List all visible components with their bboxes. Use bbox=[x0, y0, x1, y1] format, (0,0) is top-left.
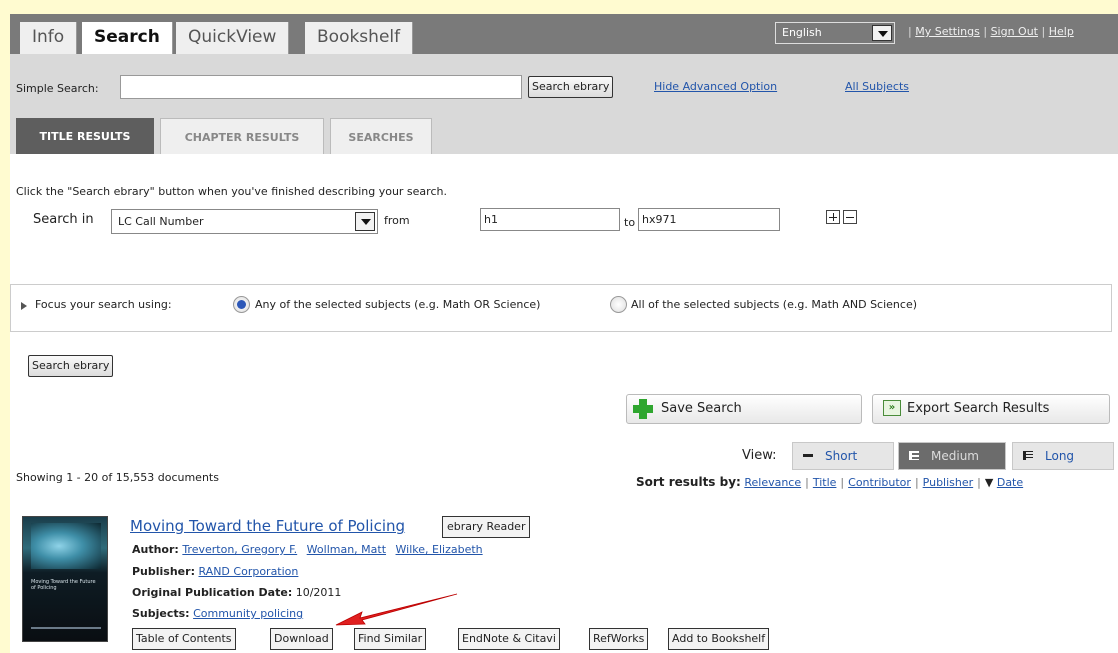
add-to-bookshelf-button[interactable]: Add to Bookshelf bbox=[668, 628, 770, 650]
tab-quickview[interactable]: QuickView bbox=[176, 22, 290, 54]
search-field-select[interactable]: LC Call Number bbox=[111, 209, 378, 234]
author-link-3[interactable]: Wilke, Elizabeth bbox=[396, 543, 483, 556]
table-of-contents-button[interactable]: Table of Contents bbox=[132, 628, 236, 650]
sort-publisher-link[interactable]: Publisher bbox=[923, 476, 974, 489]
my-settings-link[interactable]: My Settings bbox=[915, 25, 980, 38]
annotation-arrow-icon bbox=[335, 593, 458, 626]
result-title-link[interactable]: Moving Toward the Future of Policing bbox=[130, 517, 405, 535]
tab-chapter-results[interactable]: CHAPTER RESULTS bbox=[160, 118, 324, 154]
hide-advanced-link[interactable]: Hide Advanced Option bbox=[654, 80, 777, 93]
any-subjects-label: Any of the selected subjects (e.g. Math … bbox=[255, 298, 541, 311]
sort-date-link[interactable]: Date bbox=[997, 476, 1023, 489]
add-row-icon[interactable] bbox=[826, 210, 840, 224]
endnote-citavi-button[interactable]: EndNote & Citavi bbox=[458, 628, 560, 650]
download-button[interactable]: Download bbox=[270, 628, 333, 650]
language-value: English bbox=[782, 26, 822, 39]
tab-search[interactable]: Search bbox=[82, 22, 173, 54]
result-publisher: Publisher: RAND Corporation bbox=[132, 565, 299, 578]
chevron-down-icon bbox=[872, 25, 892, 41]
view-medium-button[interactable]: Medium bbox=[898, 442, 1006, 470]
subject-link[interactable]: Community policing bbox=[193, 607, 303, 620]
tab-info[interactable]: Info bbox=[20, 22, 78, 54]
from-label: from bbox=[384, 214, 410, 227]
sort-desc-icon[interactable]: ▼ bbox=[985, 476, 997, 489]
search-hint: Click the "Search ebrary" button when yo… bbox=[16, 185, 447, 198]
search-ebrary-button-2[interactable]: Search ebrary bbox=[28, 355, 114, 377]
long-view-icon bbox=[1023, 451, 1033, 460]
from-input[interactable]: h1 bbox=[480, 208, 620, 231]
simple-search-label: Simple Search: bbox=[16, 82, 99, 95]
view-short-button[interactable]: Short bbox=[792, 442, 894, 470]
radio-any-subjects[interactable] bbox=[233, 296, 250, 313]
result-date: Original Publication Date: 10/2011 bbox=[132, 586, 342, 599]
sort-label: Sort results by: bbox=[636, 475, 741, 489]
refworks-button[interactable]: RefWorks bbox=[589, 628, 649, 650]
radio-all-subjects[interactable] bbox=[610, 296, 627, 313]
result-subjects: Subjects: Community policing bbox=[132, 607, 304, 620]
to-label: to bbox=[624, 216, 636, 229]
results-count: Showing 1 - 20 of 15,553 documents bbox=[16, 471, 219, 484]
medium-view-icon bbox=[909, 451, 919, 460]
to-input[interactable]: hx971 bbox=[638, 208, 780, 231]
plus-icon bbox=[633, 399, 653, 419]
publisher-link[interactable]: RAND Corporation bbox=[198, 565, 298, 578]
view-long-button[interactable]: Long bbox=[1012, 442, 1114, 470]
search-ebrary-button[interactable]: Search ebrary bbox=[528, 76, 614, 98]
expand-triangle-icon[interactable] bbox=[21, 302, 27, 310]
search-in-label: Search in bbox=[33, 212, 94, 227]
short-view-icon bbox=[803, 454, 813, 457]
ebrary-window: Info Search QuickView Bookshelf English … bbox=[10, 14, 1118, 653]
cover-title: Moving Toward the Future of Policing bbox=[31, 579, 96, 591]
sort-relevance-link[interactable]: Relevance bbox=[744, 476, 801, 489]
sort-bar: Sort results by: Relevance | Title | Contrib… bbox=[636, 475, 1024, 489]
sort-contributor-link[interactable]: Contributor bbox=[848, 476, 911, 489]
sort-title-link[interactable]: Title bbox=[813, 476, 837, 489]
all-subjects-link[interactable]: All Subjects bbox=[845, 80, 909, 93]
save-search-button[interactable]: Save Search bbox=[626, 394, 862, 424]
simple-search-input[interactable] bbox=[120, 75, 522, 99]
publication-date: 10/2011 bbox=[295, 586, 342, 599]
all-subjects-label: All of the selected subjects (e.g. Math … bbox=[631, 298, 918, 311]
search-field-value: LC Call Number bbox=[118, 215, 204, 228]
remove-row-icon[interactable] bbox=[843, 210, 857, 224]
view-label: View: bbox=[742, 448, 777, 463]
top-nav-bar: Info Search QuickView Bookshelf English … bbox=[10, 14, 1118, 54]
tab-title-results[interactable]: TITLE RESULTS bbox=[16, 118, 154, 154]
focus-label: Focus your search using: bbox=[35, 298, 172, 311]
sign-out-link[interactable]: Sign Out bbox=[991, 25, 1038, 38]
simple-search-bar: Simple Search: Search ebrary Hide Advanc… bbox=[10, 54, 1118, 154]
tab-bookshelf[interactable]: Bookshelf bbox=[305, 22, 414, 54]
author-link-1[interactable]: Treverton, Gregory F. bbox=[182, 543, 297, 556]
find-similar-button[interactable]: Find Similar bbox=[354, 628, 427, 650]
tab-searches[interactable]: SEARCHES bbox=[330, 118, 432, 154]
export-results-button[interactable]: » Export Search Results bbox=[872, 394, 1110, 424]
help-link[interactable]: Help bbox=[1049, 25, 1074, 38]
header-links: | My Settings | Sign Out | Help bbox=[908, 25, 1074, 38]
ebrary-reader-button[interactable]: ebrary Reader bbox=[442, 516, 531, 538]
export-icon: » bbox=[883, 400, 901, 416]
result-authors: Author: Treverton, Gregory F. Wollman, M… bbox=[132, 543, 483, 556]
author-link-2[interactable]: Wollman, Matt bbox=[307, 543, 386, 556]
book-cover-image[interactable]: Moving Toward the Future of Policing bbox=[22, 516, 108, 642]
language-select[interactable]: English bbox=[775, 22, 895, 44]
subject-focus-panel: Focus your search using: Any of the sele… bbox=[10, 284, 1112, 332]
chevron-down-icon bbox=[355, 212, 375, 231]
